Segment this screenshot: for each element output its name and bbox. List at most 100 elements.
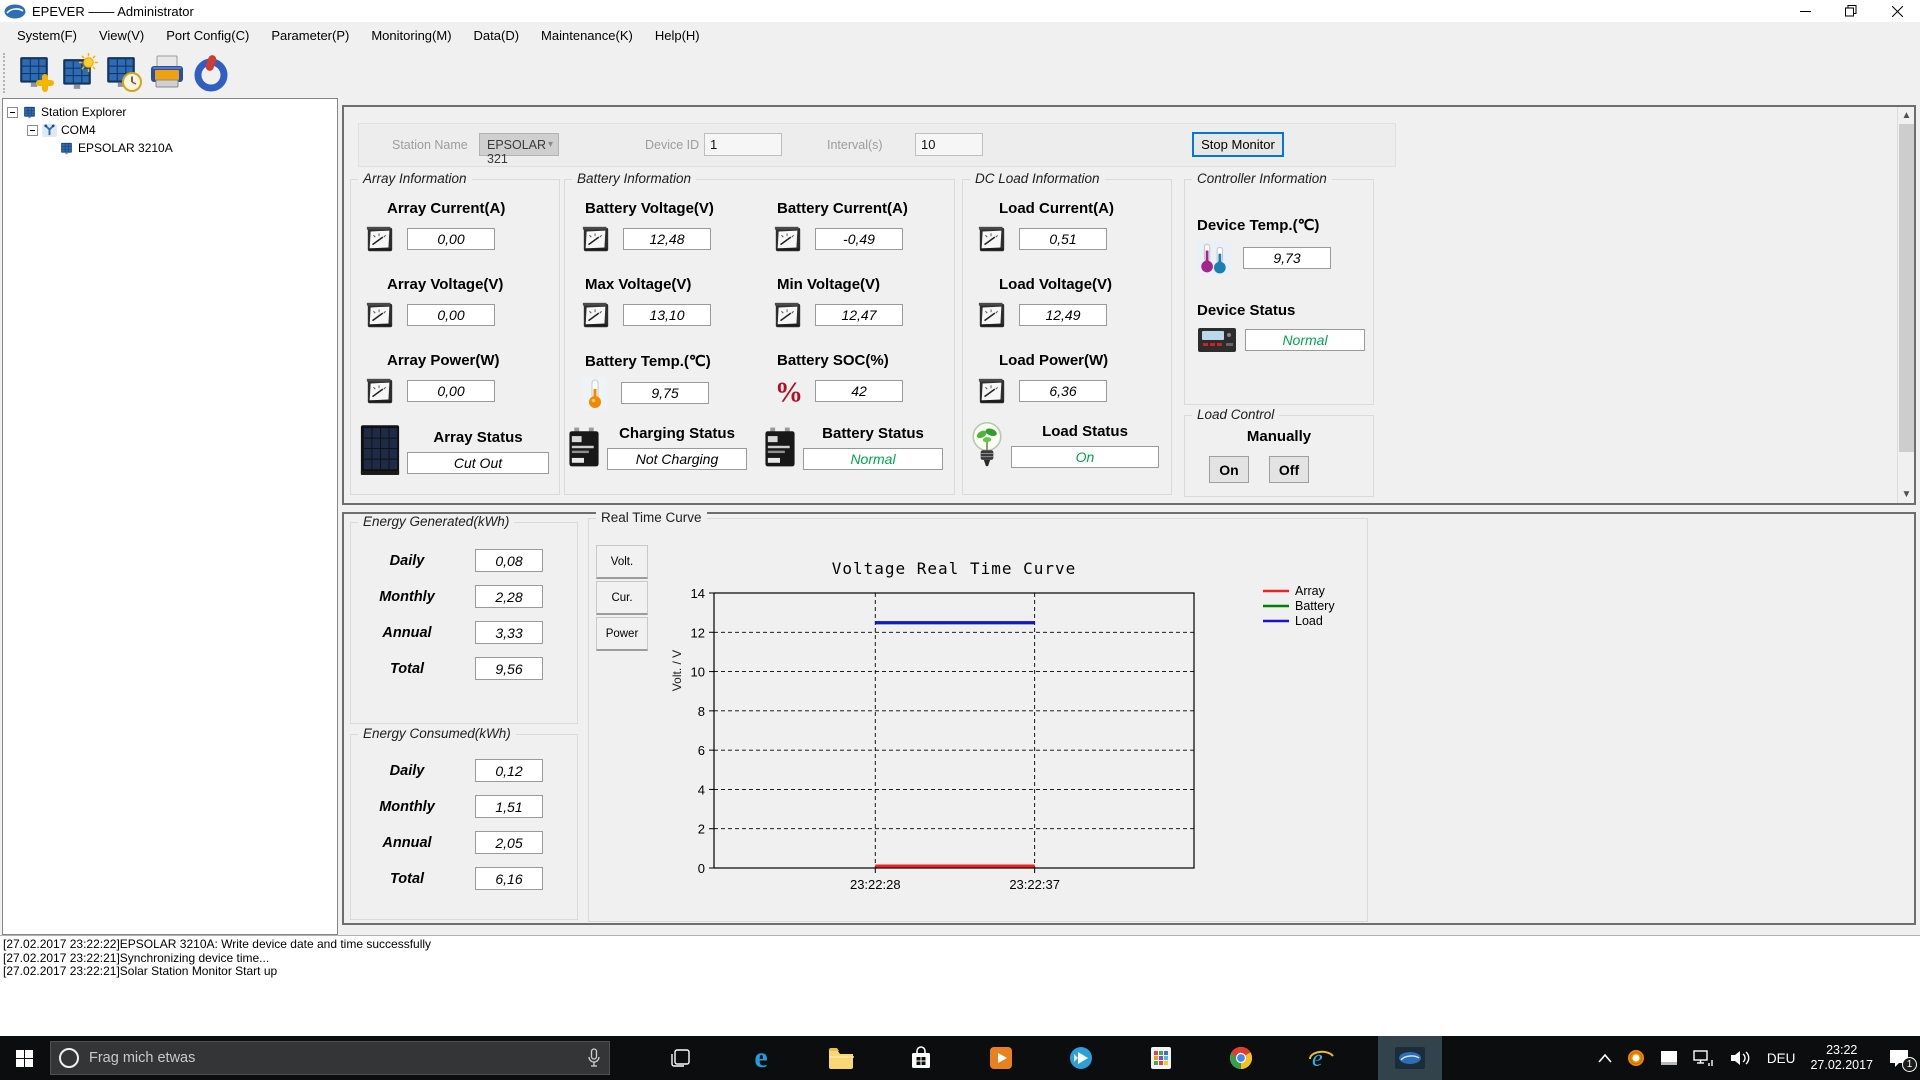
svg-text:Battery: Battery xyxy=(1295,599,1335,613)
device-clock-button[interactable] xyxy=(101,51,145,95)
tab-volt[interactable]: Volt. xyxy=(596,545,648,579)
main-content: Station Name EPSOLAR 321 ▾ Device ID 1 I… xyxy=(340,98,1920,935)
tree-node-epsolar-3210a[interactable]: EPSOLAR 3210A xyxy=(7,139,337,157)
log-line: [27.02.2017 23:22:21]Solar Station Monit… xyxy=(3,965,1920,979)
array-current-label: Array Current(A) xyxy=(387,200,539,217)
close-icon xyxy=(1892,6,1903,17)
tab-cur[interactable]: Cur. xyxy=(596,581,648,615)
tray-app-orange[interactable] xyxy=(1627,1049,1645,1067)
internet-explorer-button[interactable]: e xyxy=(1298,1036,1344,1080)
tree-node-com4[interactable]: COM4 xyxy=(7,121,337,139)
menu-monitoring[interactable]: Monitoring(M) xyxy=(360,24,462,47)
chrome-button[interactable] xyxy=(1218,1036,1264,1080)
max-voltage-value: 13,10 xyxy=(623,304,711,326)
thermometer-icon xyxy=(581,377,609,409)
exit-button[interactable] xyxy=(189,51,233,95)
task-view-button[interactable] xyxy=(658,1036,704,1080)
network-tray-button[interactable] xyxy=(1693,1049,1715,1067)
scroll-down-icon[interactable]: ▼ xyxy=(1898,486,1915,503)
device-status-value: Normal xyxy=(1245,329,1365,351)
video-player-button[interactable] xyxy=(1058,1036,1104,1080)
collapse-icon[interactable] xyxy=(27,125,38,136)
station-monitor-button[interactable] xyxy=(57,51,101,95)
gauge-icon xyxy=(581,300,611,330)
edge-taskbar-button[interactable]: e xyxy=(738,1036,784,1080)
charging-status-value: Not Charging xyxy=(607,448,747,470)
station-name-select[interactable]: EPSOLAR 321 ▾ xyxy=(479,133,559,156)
taskbar-clock[interactable]: 23:22 27.02.2017 xyxy=(1810,1043,1873,1073)
restore-icon xyxy=(1845,5,1857,17)
close-button[interactable] xyxy=(1874,0,1920,22)
menu-data[interactable]: Data(D) xyxy=(463,24,531,47)
title-bar: EPEVER —— Administrator xyxy=(0,0,1920,22)
battery-temp-value: 9,75 xyxy=(621,382,709,404)
workspace: Station Explorer COM4 EPSOLAR 3210A Stat… xyxy=(0,98,1920,935)
menu-help[interactable]: Help(H) xyxy=(644,24,711,47)
load-off-button[interactable]: Off xyxy=(1269,456,1309,483)
load-on-button[interactable]: On xyxy=(1209,456,1249,483)
annual-label: Annual xyxy=(361,835,453,851)
controller-information-group: Controller Information Device Temp.(℃) 9… xyxy=(1184,179,1374,405)
device-id-label: Device ID xyxy=(645,138,699,152)
load-current-value: 0,51 xyxy=(1019,228,1107,250)
group-title: Controller Information xyxy=(1192,171,1332,186)
action-center-button[interactable]: 1 xyxy=(1888,1048,1910,1068)
media-player-button[interactable] xyxy=(978,1036,1024,1080)
app-grid-button[interactable] xyxy=(1138,1036,1184,1080)
solar-panel-icon xyxy=(359,424,401,478)
microphone-icon[interactable] xyxy=(587,1048,601,1068)
store-button[interactable] xyxy=(898,1036,944,1080)
interval-input[interactable]: 10 xyxy=(915,133,983,156)
load-power-label: Load Power(W) xyxy=(999,352,1151,369)
windows-logo-icon xyxy=(16,1050,33,1067)
network-icon xyxy=(1693,1049,1715,1067)
clock-date: 27.02.2017 xyxy=(1810,1058,1873,1073)
battery-status-label: Battery Status xyxy=(822,425,924,442)
group-title: Battery Information xyxy=(572,171,696,186)
station-name-value: EPSOLAR 321 xyxy=(487,138,546,166)
stop-monitor-button[interactable]: Stop Monitor xyxy=(1192,132,1284,157)
start-button[interactable] xyxy=(0,1036,48,1080)
language-indicator[interactable]: DEU xyxy=(1767,1051,1796,1066)
restore-button[interactable] xyxy=(1828,0,1874,22)
edge-icon: e xyxy=(754,1041,767,1075)
tray-app-square[interactable] xyxy=(1660,1050,1678,1066)
epever-taskbar-button-active[interactable] xyxy=(1378,1036,1442,1080)
annual-label: Annual xyxy=(361,625,453,641)
tab-power[interactable]: Power xyxy=(596,617,648,651)
gauge-icon xyxy=(365,300,395,330)
tray-expand-button[interactable] xyxy=(1598,1054,1612,1063)
menu-port-config[interactable]: Port Config(C) xyxy=(155,24,260,47)
svg-text:Load: Load xyxy=(1295,614,1323,628)
chevron-up-icon xyxy=(1598,1054,1612,1063)
scroll-up-icon[interactable]: ▲ xyxy=(1898,107,1915,124)
folder-icon xyxy=(828,1047,854,1069)
total-label: Total xyxy=(361,871,453,887)
gauge-icon xyxy=(977,376,1007,406)
load-power-value: 6,36 xyxy=(1019,380,1107,402)
volume-tray-button[interactable] xyxy=(1730,1049,1752,1067)
file-explorer-button[interactable] xyxy=(818,1036,864,1080)
dc-load-information-group: DC Load Information Load Current(A) 0,51… xyxy=(962,179,1172,495)
menu-parameter[interactable]: Parameter(P) xyxy=(260,24,360,47)
scrollbar-thumb[interactable] xyxy=(1899,124,1914,452)
menu-system[interactable]: System(F) xyxy=(6,24,88,47)
collapse-icon[interactable] xyxy=(7,107,18,118)
svg-text:2: 2 xyxy=(698,822,705,837)
group-title: Real Time Curve xyxy=(596,510,707,525)
array-status-label: Array Status xyxy=(433,429,522,446)
device-id-input[interactable]: 1 xyxy=(704,133,782,156)
bulb-icon xyxy=(969,420,1005,470)
menu-maintenance[interactable]: Maintenance(K) xyxy=(530,24,644,47)
vertical-scrollbar[interactable]: ▲ ▼ xyxy=(1897,107,1914,503)
tree-node-station-explorer[interactable]: Station Explorer xyxy=(7,103,337,121)
menu-view[interactable]: View(V) xyxy=(88,24,155,47)
cortana-search-box[interactable]: Frag mich etwas xyxy=(50,1041,610,1075)
interval-label: Interval(s) xyxy=(827,138,883,152)
add-station-button[interactable] xyxy=(13,51,57,95)
play-icon xyxy=(1069,1046,1093,1070)
svg-text:e: e xyxy=(1312,1046,1323,1071)
toolbar xyxy=(0,48,1920,98)
minimize-button[interactable] xyxy=(1782,0,1828,22)
print-button[interactable] xyxy=(145,51,189,95)
